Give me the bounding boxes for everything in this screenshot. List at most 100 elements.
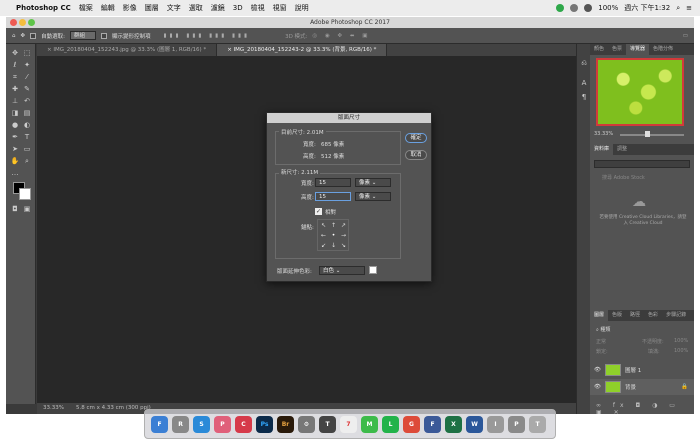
hand-tool-icon[interactable]: ✋ [10,156,20,166]
tab-color[interactable]: 顏色 [590,44,608,55]
align-buttons[interactable]: ▮▮▮ ▮▮▮ ▮▮▮ ▮▮▮ [164,33,251,39]
background-color-swatch[interactable] [19,188,31,200]
ext-color-select[interactable]: 白色 ⌄ [319,266,365,275]
layer-name[interactable]: 圖層 1 [625,366,641,374]
gradient-tool-icon[interactable]: ▤ [22,108,32,118]
workspace-icon[interactable]: ▭ [683,33,694,39]
bridge-icon[interactable]: Br [277,415,294,433]
ext-color-swatch[interactable] [369,266,377,274]
anchor-right[interactable]: → [339,231,348,240]
tab-channels[interactable]: 色版 [608,310,626,321]
path-select-icon[interactable]: ➤ [10,144,20,154]
zoom-tool-icon[interactable]: ⌕ [22,156,32,166]
calendar-icon[interactable]: 7 [340,415,357,433]
eyedropper-icon[interactable]: ⁄ [22,72,32,82]
height-input[interactable]: 15 [315,192,351,201]
history-brush-icon[interactable]: ↶ [22,96,32,106]
word-icon[interactable]: W [466,415,483,433]
anchor-bottom-right[interactable]: ↘ [339,241,348,250]
trash-icon[interactable]: T [529,415,546,433]
menu-3d[interactable]: 3D [233,4,243,12]
chrome-icon[interactable]: C [235,415,252,433]
paragraph-panel-icon[interactable]: ¶ [579,92,589,102]
shape-tool-icon[interactable]: ▭ [22,144,32,154]
blend-mode-dropdown[interactable]: 正常 [596,338,606,345]
magic-wand-icon[interactable]: ✦ [22,60,32,70]
stamp-tool-icon[interactable]: ⊥ [10,96,20,106]
brush-tool-icon[interactable]: ✎ [22,84,32,94]
tab-history[interactable]: 步驟記錄 [662,310,690,321]
image-capture-icon[interactable]: I [487,415,504,433]
tab-paths[interactable]: 路徑 [626,310,644,321]
dodge-tool-icon[interactable]: ◐ [22,120,32,130]
navigator-zoom-slider[interactable] [620,134,684,136]
anchor-center[interactable]: • [329,231,338,240]
library-dropdown[interactable] [594,160,690,168]
history-panel-icon[interactable]: ⎌ [579,58,589,68]
type-panel-icon[interactable]: A [579,78,589,88]
fill-value[interactable]: 100% [674,348,688,354]
menu-file[interactable]: 檔案 [79,3,93,13]
more-tools-icon[interactable]: … [10,168,20,178]
search-icon[interactable]: ⌕ [676,4,680,13]
settings-icon[interactable]: ⚙ [298,415,315,433]
tab-navigator[interactable]: 導覽器 [626,44,650,55]
photoshop-icon[interactable]: Ps [256,415,273,433]
menu-select[interactable]: 選取 [189,3,203,13]
minimize-button[interactable] [19,19,26,26]
menu-window[interactable]: 視窗 [273,3,287,13]
stock-search[interactable]: 搜尋 Adobe Stock [602,174,645,181]
zoom-level[interactable]: 33.33% [43,403,64,414]
doc-tab-1[interactable]: × IMG_20180404_152243.jpg @ 33.3% (圖層 1,… [37,44,218,56]
anchor-top-left[interactable]: ↖ [319,221,328,230]
tab-layers[interactable]: 圖層 [590,310,609,321]
tab-swatches[interactable]: 色票 [608,44,626,55]
finder-icon[interactable]: F [151,415,168,433]
terminal-icon[interactable]: T [319,415,336,433]
anchor-top-right[interactable]: ↗ [339,221,348,230]
navigator-slider-thumb[interactable] [645,131,650,137]
auto-select-dropdown[interactable]: 群組 [69,31,96,40]
pen-tool-icon[interactable]: ✒ [10,132,20,142]
cloud-icon[interactable] [570,4,579,12]
zoom-button[interactable] [28,19,35,26]
wifi-icon[interactable] [584,4,593,12]
menu-filter[interactable]: 濾鏡 [211,3,225,13]
menu-list-icon[interactable]: ≡ [686,4,692,12]
line-icon[interactable] [556,4,565,12]
layer-name[interactable]: 背景 [625,383,636,391]
anchor-bottom-left[interactable]: ↙ [319,241,328,250]
layer-row-2[interactable]: 👁 背景 🔒 [590,379,694,395]
document-size[interactable]: 5.8 cm x 4.33 cm (300 ppi) [76,403,151,414]
anchor-top[interactable]: ↑ [329,221,338,230]
move-tool-icon[interactable]: ✥ [21,33,26,39]
tab-colors[interactable]: 色彩 [644,310,662,321]
safari-icon[interactable]: S [193,415,210,433]
anchor-left[interactable]: ← [319,231,328,240]
transform-controls-checkbox[interactable] [100,32,107,39]
facebook-icon[interactable]: F [424,415,441,433]
ok-button[interactable]: 確定 [405,133,427,143]
tab-libraries[interactable]: 資料庫 [590,144,614,155]
height-unit-select[interactable]: 像素 ⌄ [355,192,391,201]
battery-level[interactable]: 100% [598,4,618,12]
tab-histogram[interactable]: 色階分佈 [649,44,677,55]
cancel-button[interactable]: 取消 [405,150,427,160]
menu-help[interactable]: 說明 [295,3,309,13]
anchor-bottom[interactable]: ↓ [329,241,338,250]
type-tool-icon[interactable]: T [22,132,32,142]
quick-mask-icon[interactable]: ◘ [10,204,20,214]
excel-icon[interactable]: X [445,415,462,433]
layer-bottom-buttons[interactable]: ∞ fx ◘ ◑ ▭ ▣ ✕ [590,402,694,414]
preview-icon[interactable]: P [508,415,525,433]
close-button[interactable] [10,19,17,26]
menu-image[interactable]: 影像 [123,3,137,13]
home-icon[interactable]: ⌂ [12,33,16,39]
eye-icon[interactable]: 👁 [594,384,601,390]
screen-mode-icon[interactable]: ▣ [22,204,32,214]
blur-tool-icon[interactable]: ● [10,120,20,130]
width-unit-select[interactable]: 像素 ⌄ [355,178,391,187]
crop-tool-icon[interactable]: ⌗ [10,72,20,82]
navigator-thumbnail[interactable] [596,58,684,126]
width-input[interactable]: 15 [315,178,351,187]
